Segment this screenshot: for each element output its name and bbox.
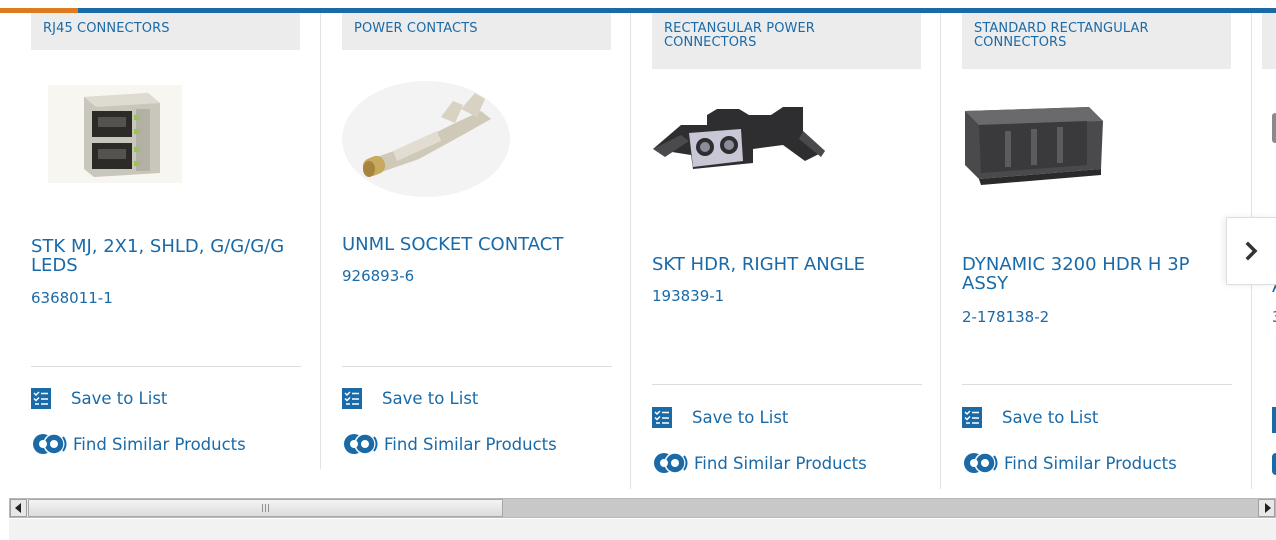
save-to-list-button[interactable]: Save to List [342, 388, 478, 409]
page-footer-area [9, 519, 1276, 540]
part-number[interactable]: 193839-1 [652, 287, 724, 305]
separator [342, 366, 612, 367]
save-to-list-button[interactable]: Save to List [652, 407, 788, 428]
scroll-left-button[interactable] [10, 499, 27, 517]
checklist-icon [31, 388, 51, 409]
checklist-icon [652, 407, 672, 428]
find-similar-button[interactable]: Find Similar Products [342, 432, 557, 456]
product-title[interactable]: STK MJ, 2X1, SHLD, G/G/G/G LEDS [31, 237, 301, 275]
save-to-list-label: Save to List [1002, 408, 1099, 427]
power-header-image[interactable] [653, 91, 825, 181]
find-similar-label: Find Similar Products [1004, 453, 1177, 473]
part-number[interactable]: 2-178138-2 [962, 308, 1049, 326]
similar-products-icon [344, 433, 378, 455]
category-label[interactable]: POWER CONTACTS [342, 13, 611, 50]
part-number[interactable]: 3 [1272, 308, 1276, 326]
scrollbar-track[interactable] [503, 499, 1258, 517]
similar-products-icon [654, 452, 688, 474]
part-number[interactable]: 6368011-1 [31, 289, 113, 307]
product-title[interactable]: DYNAMIC 3200 HDR H 3P ASSY [962, 255, 1232, 293]
chevron-right-icon [1245, 241, 1257, 261]
save-to-list-label: Save to List [692, 408, 789, 427]
socket-contact-image[interactable] [341, 75, 511, 199]
similar-products-icon [1272, 453, 1276, 475]
save-to-list-label: Save to List [71, 389, 168, 408]
arrow-right-icon [1264, 503, 1271, 513]
separator [652, 384, 922, 385]
checklist-icon [1272, 407, 1276, 433]
product-title[interactable]: SKT HDR, RIGHT ANGLE [652, 255, 922, 274]
product-image [1272, 113, 1276, 143]
category-label[interactable]: RJ45 CONNECTORS [31, 13, 300, 50]
product-card: RECTANGULAR POWER CONNECTORS SKT HDR, RI… [621, 13, 941, 490]
part-number[interactable]: 926893-6 [342, 267, 414, 285]
horizontal-scrollbar[interactable] [9, 498, 1276, 518]
category-label[interactable]: STANDARD RECTANGULAR CONNECTORS [962, 13, 1231, 69]
product-card: RJ45 CONNECTORS STK MJ, 2X1, SHLD, G/G/G… [0, 13, 321, 490]
checklist-icon [342, 388, 362, 409]
separator [962, 384, 1232, 385]
grip-icon [262, 504, 269, 512]
category-label[interactable]: RECTANGULAR POWER CONNECTORS [652, 13, 921, 69]
category-label [1262, 13, 1276, 69]
product-card: POWER CONTACTS UNML SOCKET CONTACT 92689… [311, 13, 631, 490]
arrow-left-icon [14, 503, 21, 513]
save-to-list-button[interactable]: Save to List [31, 388, 167, 409]
rectangular-header-image[interactable] [965, 103, 1105, 189]
find-similar-button[interactable]: Find Similar Products [31, 432, 246, 456]
find-similar-label: Find Similar Products [73, 434, 246, 454]
scroll-right-button[interactable] [1258, 499, 1275, 517]
product-title[interactable]: UNML SOCKET CONTACT [342, 235, 612, 254]
separator [31, 366, 301, 367]
checklist-icon [962, 407, 982, 428]
carousel-next-button[interactable] [1226, 217, 1276, 285]
save-to-list-button[interactable]: Save to List [962, 407, 1098, 428]
rj45-jack-image[interactable] [48, 85, 182, 183]
product-card: STANDARD RECTANGULAR CONNECTORS DYNAMIC … [931, 13, 1252, 490]
find-similar-button[interactable]: Find Similar Products [652, 451, 867, 475]
product-carousel: RJ45 CONNECTORS STK MJ, 2X1, SHLD, G/G/G… [0, 13, 1276, 490]
scrollbar-thumb[interactable] [28, 499, 503, 517]
similar-products-icon [964, 452, 998, 474]
find-similar-button[interactable]: Find Similar Products [962, 451, 1177, 475]
find-similar-label: Find Similar Products [384, 434, 557, 454]
similar-products-icon [33, 433, 67, 455]
save-to-list-label: Save to List [382, 389, 479, 408]
find-similar-label: Find Similar Products [694, 453, 867, 473]
